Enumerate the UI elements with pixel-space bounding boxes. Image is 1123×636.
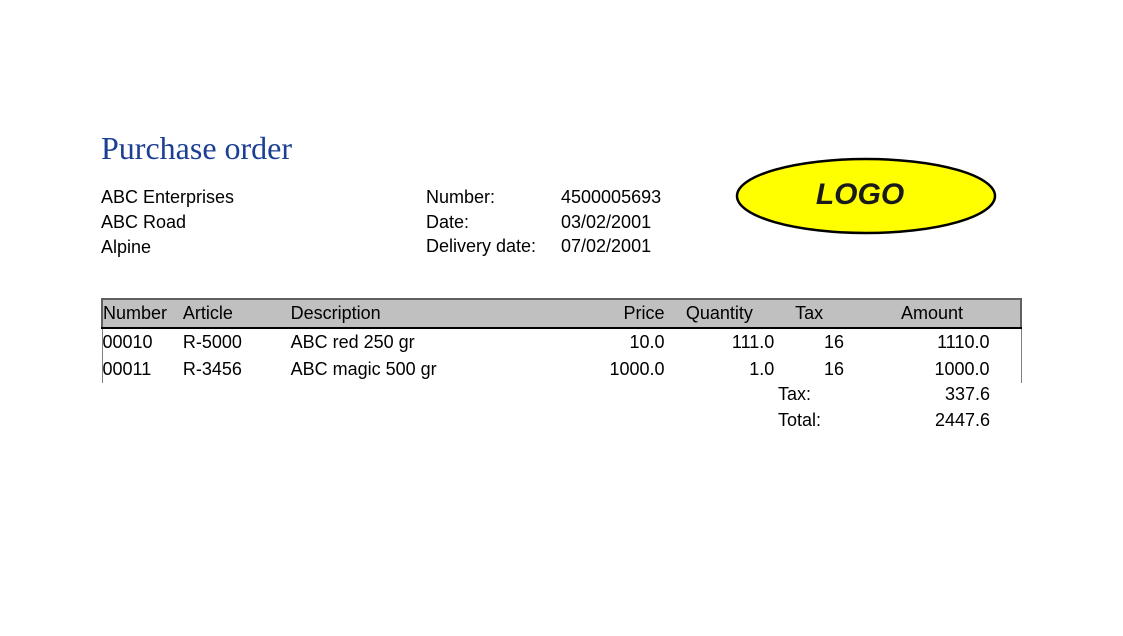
table-row: 00011 R-3456 ABC magic 500 gr 1000.0 1.0… (101, 356, 1022, 383)
grand-total-row: Total: 2447.6 (778, 407, 990, 433)
company-street: ABC Road (101, 212, 187, 232)
header-price: Price (539, 298, 665, 329)
header-description: Description (290, 298, 540, 329)
grand-total-value: 2447.6 (934, 410, 990, 430)
cell-description: ABC magic 500 gr (290, 359, 437, 379)
header-amount: Amount (844, 298, 1022, 329)
tax-total-label: Tax: (778, 384, 812, 404)
tax-total-row: Tax: 337.6 (778, 381, 990, 407)
order-date-value: 03/02/2001 (561, 211, 652, 232)
cell-tax: 16 (823, 332, 844, 352)
document-title: Purchase order (101, 130, 293, 166)
cell-article: R-3456 (182, 359, 242, 379)
cell-price: 1000.0 (609, 359, 665, 379)
company-city: Alpine (101, 237, 152, 257)
delivery-date-label: Delivery date: (426, 236, 537, 256)
cell-quantity: 1.0 (749, 359, 775, 379)
tax-total-value: 337.6 (944, 384, 990, 404)
delivery-date-value: 07/02/2001 (561, 236, 652, 256)
order-date-label: Date: (426, 211, 470, 232)
cell-quantity: 111.0 (731, 332, 775, 352)
header-tax: Tax (774, 298, 844, 329)
cell-article: R-5000 (182, 332, 242, 352)
cell-tax: 16 (823, 359, 844, 379)
company-name: ABC Enterprises (101, 187, 235, 207)
order-meta: Number: 4500005693 Date: 03/02/2001 Deli… (426, 185, 661, 259)
order-number-value: 4500005693 (561, 187, 662, 207)
grand-total-label: Total: (778, 410, 822, 430)
cell-amount: 1110.0 (844, 328, 1022, 356)
logo: LOGO (735, 157, 997, 235)
header-number: Number (101, 298, 183, 329)
company-address: ABC Enterprises ABC Road Alpine (101, 185, 234, 260)
cell-number: 00011 (101, 356, 183, 383)
delivery-date-row: Delivery date: 07/02/2001 (426, 234, 661, 259)
order-number-label: Number: (426, 187, 496, 207)
cell-description: ABC red 250 gr (290, 332, 415, 352)
order-date-row: Date: 03/02/2001 (426, 210, 661, 235)
totals-block: Tax: 337.6 Total: 2447.6 (778, 381, 990, 433)
cell-number: 00010 (101, 328, 183, 356)
cell-price: 10.0 (629, 332, 665, 352)
items-table: Number Article Description Price Quantit… (101, 298, 1022, 383)
header-article: Article (182, 298, 291, 329)
table-row: 00010 R-5000 ABC red 250 gr 10.0 111.0 1… (101, 328, 1022, 356)
logo-text: LOGO (816, 178, 904, 211)
header-quantity: Quantity (664, 298, 775, 329)
order-number-row: Number: 4500005693 (426, 185, 661, 210)
table-header-row: Number Article Description Price Quantit… (101, 298, 1022, 329)
cell-amount: 1000.0 (844, 356, 1022, 383)
